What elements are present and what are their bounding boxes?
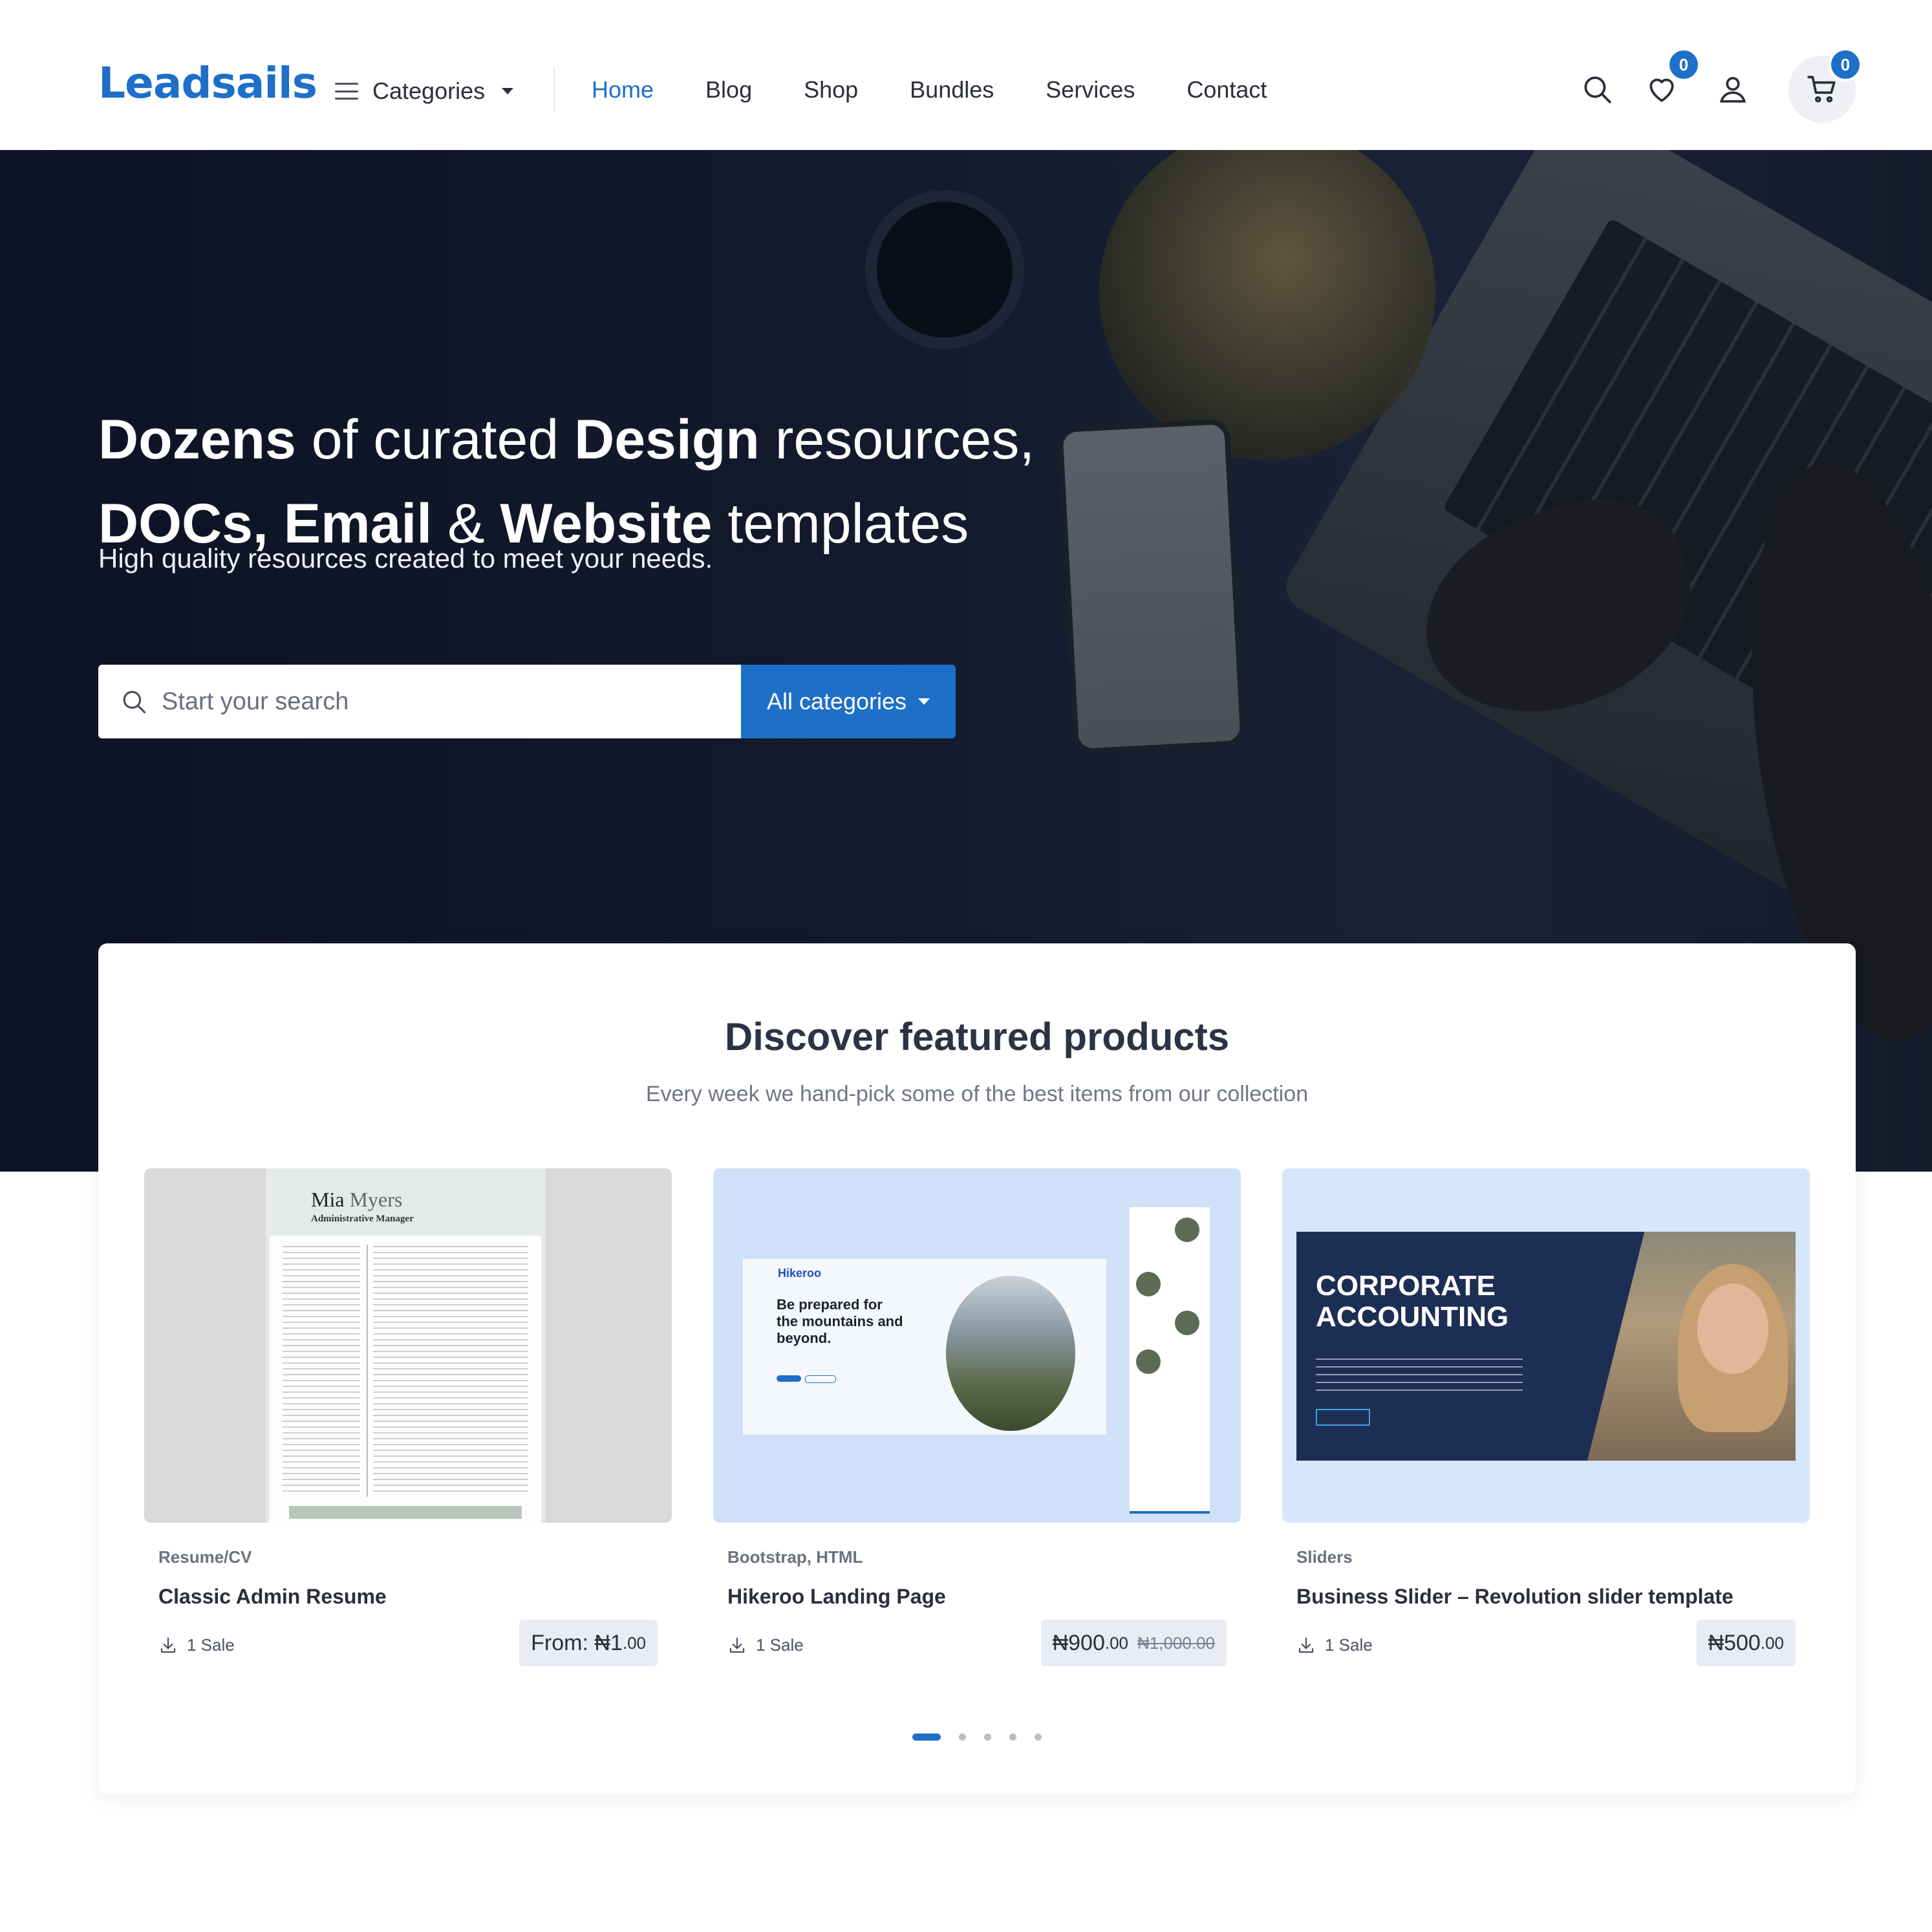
resume-preview: Mia Myers Administrative Manager [270,1168,541,1523]
product-name[interactable]: Business Slider – Revolution slider temp… [1296,1585,1733,1609]
carousel-dot[interactable] [984,1733,991,1741]
product-card[interactable]: Mia Myers Administrative Manager Resume/… [144,1168,672,1699]
product-category[interactable]: Sliders [1296,1547,1353,1567]
wishlist-count-badge: 0 [1667,48,1701,81]
account-button[interactable] [1713,70,1752,109]
product-sales: 1 Sale [158,1635,235,1655]
wishlist-button[interactable]: 0 [1642,48,1701,109]
product-card[interactable]: CORPORATE ACCOUNTING Sliders Business Sli… [1282,1168,1810,1699]
hero-title-bold-segment: Design [574,408,760,471]
product-name[interactable]: Classic Admin Resume [158,1585,387,1609]
product-thumbnail[interactable]: Hikeroo Be prepared for the mountains an… [713,1168,1241,1523]
hero-title-segment: templates [712,492,969,555]
nav-divider [553,67,555,111]
sales-count: 1 Sale [1325,1635,1373,1655]
cart-icon [1807,76,1836,103]
search-input[interactable] [160,687,719,716]
product-thumbnail[interactable]: Mia Myers Administrative Manager [144,1168,672,1523]
price-cents: .00 [622,1633,646,1653]
categories-menu-toggle[interactable]: Categories [335,75,514,107]
search-icon [123,691,146,714]
resume-name: Mia Myers [311,1188,403,1211]
hero-coffee-cup-image [865,190,1024,349]
price-cents: .00 [1760,1633,1784,1653]
price-tag: ₦500.00 [1696,1620,1796,1666]
download-icon [1298,1637,1314,1653]
carousel-dot[interactable] [959,1733,966,1741]
product-category[interactable]: Resume/CV [158,1547,252,1567]
price-tag: From: ₦1.00 [519,1620,658,1666]
search-category-dropdown[interactable]: All categories [741,665,956,738]
chevron-down-icon [918,698,930,705]
hero-subtitle: High quality resources created to meet y… [98,543,713,574]
user-icon [1719,77,1746,103]
search-field-wrapper [98,665,741,738]
nav-services[interactable]: Services [1046,76,1135,103]
nav-shop[interactable]: Shop [804,76,858,103]
logo[interactable]: Leadsails [98,62,317,105]
categories-label: Categories [372,78,486,104]
product-thumbnail[interactable]: CORPORATE ACCOUNTING [1282,1168,1810,1523]
nav-home[interactable]: Home [592,76,654,103]
carousel-pagination [98,1733,1856,1741]
product-sales: 1 Sale [1296,1635,1373,1655]
carousel-dot[interactable] [912,1733,941,1741]
featured-title: Discover featured products [724,1015,1230,1058]
hero-title-line-1: Dozens of curated Design resources, [98,409,1035,471]
nav-blog[interactable]: Blog [705,76,752,103]
landing-mobile-preview [1130,1207,1210,1514]
product-category[interactable]: Bootstrap, HTML [727,1547,863,1567]
hero-title-bold-segment: Dozens [98,408,296,471]
price-old: ₦1,000.00 [1137,1633,1215,1653]
resume-role: Administrative Manager [311,1214,414,1224]
cart-button[interactable]: 0 [1788,48,1862,123]
product-sales: 1 Sale [727,1635,804,1655]
product-name[interactable]: Hikeroo Landing Page [727,1585,946,1609]
price-main: From: ₦1 [531,1630,623,1655]
nav-contact[interactable]: Contact [1186,76,1267,103]
search-category-label: All categories [766,688,907,714]
landing-logo: Hikeroo [778,1267,822,1280]
carousel-dot[interactable] [1035,1733,1042,1741]
sales-count: 1 Sale [187,1635,235,1655]
hero-title: Dozens of curated Design resources, DOCs… [98,398,1133,566]
featured-products-panel: Discover featured products Every week we… [98,943,1856,1794]
cart-count-badge: 0 [1829,48,1862,81]
product-card[interactable]: Hikeroo Be prepared for the mountains an… [713,1168,1241,1699]
hero-title-segment: of curated [295,408,575,471]
price-tag: ₦900.00 ₦1,000.00 [1040,1620,1227,1666]
hero-title-segment: resources, [759,408,1035,471]
site-header: Leadsails Categories Home Blog Shop Bund… [0,0,1932,150]
header-actions: 0 0 [1578,48,1862,123]
chevron-down-icon [502,88,514,94]
search-button[interactable] [1578,70,1616,109]
sales-count: 1 Sale [756,1635,804,1655]
landing-preview: Hikeroo Be prepared for the mountains an… [743,1259,1106,1435]
main-nav: Home Blog Shop Bundles Services Contact [592,76,1267,103]
carousel-dot[interactable] [1009,1733,1016,1741]
price-cents: .00 [1104,1633,1129,1653]
hero-search-bar: All categories [98,665,956,738]
hamburger-icon [335,83,358,100]
slider-preview: CORPORATE ACCOUNTING [1296,1232,1796,1461]
nav-bundles[interactable]: Bundles [910,76,994,103]
price-main: ₦900 [1052,1630,1105,1655]
featured-subtitle: Every week we hand-pick some of the best… [645,1082,1309,1106]
slider-title: CORPORATE ACCOUNTING [1316,1270,1509,1333]
hiker-image [946,1276,1075,1431]
download-icon [160,1637,176,1653]
price-main: ₦500 [1708,1630,1761,1655]
download-icon [729,1637,745,1653]
search-icon [1584,76,1611,103]
landing-headline: Be prepared for the mountains and beyond… [777,1296,903,1346]
